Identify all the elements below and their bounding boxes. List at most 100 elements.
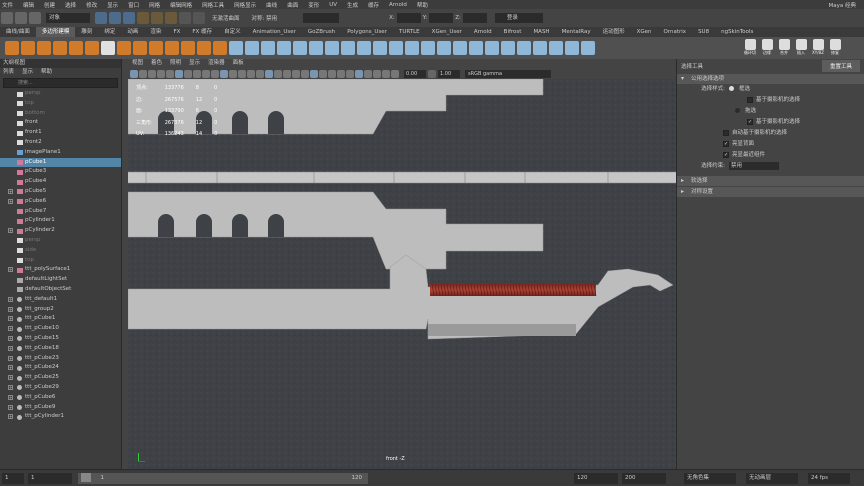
shelf-tab[interactable]: Animation_User: [247, 27, 302, 37]
outliner-menu-item[interactable]: 显示: [22, 68, 33, 77]
shelf-tool-icon[interactable]: [501, 41, 515, 55]
shelf-tool-icon[interactable]: [229, 41, 243, 55]
workspace-selector[interactable]: Maya 经典: [829, 1, 857, 9]
shelf-tool-icon[interactable]: [389, 41, 403, 55]
shelf-tool-icon[interactable]: [5, 41, 19, 55]
live-surface-label[interactable]: 无激活曲面: [212, 14, 240, 22]
expand-icon[interactable]: +: [8, 394, 13, 400]
menu-item[interactable]: Arnold: [389, 2, 407, 8]
outliner-item[interactable]: + ttt_pCube18: [0, 344, 121, 354]
new-scene-icon[interactable]: [1, 12, 13, 24]
3d-viewport[interactable]: 顶点: 133776 8 0 边: 267576 12 0 面: 133790 6 0 三角形: 2673…: [128, 79, 676, 469]
outliner-item[interactable]: front2: [0, 138, 121, 148]
shelf-tool-icon[interactable]: [21, 41, 35, 55]
outliner-item[interactable]: defaultLightSet: [0, 275, 121, 285]
shelf-modeling-tool[interactable]: 边缘: [760, 39, 774, 56]
menu-item[interactable]: 选择: [65, 1, 76, 9]
open-scene-icon[interactable]: [15, 12, 27, 24]
outliner-item[interactable]: + ttt_pCube6: [0, 393, 121, 403]
snap-grid-icon[interactable]: [137, 12, 149, 24]
shelf-tool-icon[interactable]: [325, 41, 339, 55]
menu-item[interactable]: 编辑网格: [170, 1, 192, 9]
outliner-item[interactable]: pCylinder1: [0, 216, 121, 226]
highlight-nearest-option[interactable]: ✓ 亮显最近组件: [723, 150, 765, 161]
shelf-tab[interactable]: Bifrost: [498, 27, 528, 37]
outliner-item[interactable]: + ttt_pCylinder1: [0, 412, 121, 422]
menu-item[interactable]: 网格显示: [234, 1, 256, 9]
shelf-tab[interactable]: FX: [167, 27, 186, 37]
outliner-item[interactable]: defaultObjectSet: [0, 285, 121, 295]
expand-icon[interactable]: +: [8, 326, 13, 332]
shelf-tab[interactable]: 曲线/曲面: [0, 27, 36, 37]
shelf-tab[interactable]: 绑定: [98, 27, 121, 37]
shelf-tab[interactable]: Ornatrix: [658, 27, 693, 37]
gamma-field[interactable]: 1.00: [438, 69, 460, 78]
outliner-item[interactable]: + ttt_pCube25: [0, 373, 121, 383]
auto-camera-checkbox[interactable]: [723, 129, 729, 136]
reset-tool-button[interactable]: 重置工具: [821, 60, 860, 72]
shelf-tool-icon[interactable]: [517, 41, 531, 55]
menu-item[interactable]: 编辑: [23, 1, 34, 9]
shelf-tool-icon[interactable]: [581, 41, 595, 55]
viewport-tool-icon[interactable]: [166, 69, 174, 78]
fps-dropdown[interactable]: 24 fps: [808, 473, 850, 484]
expand-icon[interactable]: +: [8, 228, 13, 234]
viewport-menu-item[interactable]: 面板: [233, 59, 244, 68]
viewport-tool-icon[interactable]: [292, 69, 300, 78]
shelf-tab[interactable]: MASH: [527, 27, 555, 37]
symmetry-dropdown[interactable]: [303, 13, 340, 23]
shelf-tool-icon[interactable]: [373, 41, 387, 55]
ipr-render-icon[interactable]: [193, 12, 205, 24]
shelf-tab[interactable]: 动画: [121, 27, 144, 37]
drag-option[interactable]: 拖选: [735, 106, 756, 117]
viewport-tool-icon[interactable]: [148, 69, 156, 78]
menu-item[interactable]: 文件: [2, 1, 13, 9]
expand-icon[interactable]: +: [8, 365, 13, 371]
outliner-menu-item[interactable]: 列表: [3, 68, 14, 77]
outliner-item[interactable]: + ttt_pCube29: [0, 383, 121, 393]
shelf-tool-icon[interactable]: [469, 41, 483, 55]
expand-icon[interactable]: +: [8, 306, 13, 312]
shelf-tab[interactable]: 自定义: [218, 27, 247, 37]
select-by-component-icon[interactable]: [123, 12, 135, 24]
shelf-tab[interactable]: XGen: [631, 27, 658, 37]
shelf-modeling-tool[interactable]: 合并: [777, 39, 791, 56]
outliner-item[interactable]: + pCylinder2: [0, 226, 121, 236]
viewport-tool-icon[interactable]: [184, 69, 192, 78]
shelf-tab[interactable]: TURTLE: [393, 27, 426, 37]
viewport-tool-icon[interactable]: [391, 69, 399, 78]
outliner-item[interactable]: pCube3: [0, 167, 121, 177]
outliner-item[interactable]: + ttt_pCube9: [0, 403, 121, 413]
shelf-tool-icon[interactable]: [277, 41, 291, 55]
coord-z-field[interactable]: [462, 13, 487, 23]
marquee-radio[interactable]: [729, 86, 734, 91]
shelf-tool-icon[interactable]: [533, 41, 547, 55]
menu-item[interactable]: UV: [329, 2, 337, 8]
select-by-hierarchy-icon[interactable]: [95, 12, 107, 24]
outliner-item[interactable]: + ttt_pCube23: [0, 354, 121, 364]
viewport-menu-item[interactable]: 渲染器: [208, 59, 225, 68]
highlight-nearest-checkbox[interactable]: ✓: [723, 151, 729, 158]
viewport-tool-icon[interactable]: [283, 69, 291, 78]
section-symmetry[interactable]: 对称设置: [677, 187, 864, 197]
shelf-modeling-tool[interactable]: 插入: [794, 39, 808, 56]
menu-item[interactable]: 窗口: [128, 1, 139, 9]
outliner-item[interactable]: + ttt_default1: [0, 295, 121, 305]
viewport-tool-icon[interactable]: [310, 69, 318, 78]
expand-icon[interactable]: +: [8, 198, 13, 204]
shelf-tool-icon[interactable]: [549, 41, 563, 55]
viewport-tool-icon[interactable]: [247, 69, 255, 78]
shelf-tab[interactable]: 多边形建模: [35, 27, 76, 37]
menu-item[interactable]: 变形: [308, 1, 319, 9]
shelf-tab[interactable]: ngSkinTools: [715, 27, 759, 37]
shelf-tab[interactable]: XGen_User: [426, 27, 468, 37]
menu-item[interactable]: 创建: [44, 1, 55, 9]
viewport-tool-icon[interactable]: [256, 69, 264, 78]
outliner-item[interactable]: side: [0, 246, 121, 256]
viewport-tool-icon[interactable]: [274, 69, 282, 78]
shelf-tool-icon[interactable]: [69, 41, 83, 55]
outliner-item[interactable]: pCube7: [0, 207, 121, 217]
menu-item[interactable]: 曲线: [266, 1, 277, 9]
expand-icon[interactable]: +: [8, 355, 13, 361]
viewport-menu-item[interactable]: 照明: [170, 59, 181, 68]
